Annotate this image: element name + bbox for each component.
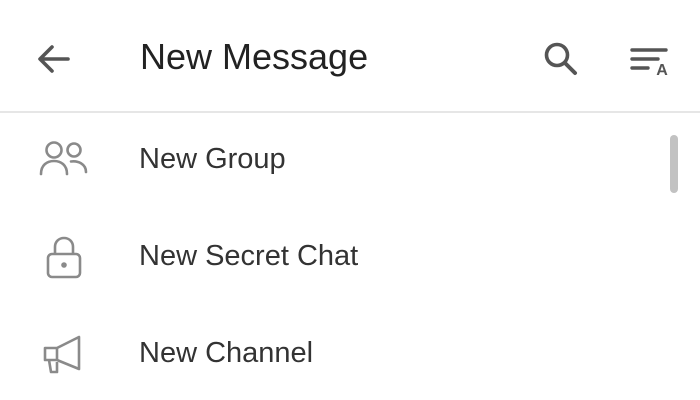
page-title: New Message	[140, 36, 369, 77]
sort-icon-letter: A	[656, 62, 668, 79]
back-button[interactable]	[22, 30, 86, 88]
menu-item-new-group[interactable]: New Group	[0, 112, 660, 208]
menu-item-label: New Channel	[139, 337, 314, 369]
search-icon	[544, 42, 577, 75]
menu-item-label: New Secret Chat	[139, 240, 359, 272]
new-message-screen: New Message A New Group New Secret Chat …	[0, 0, 700, 400]
scrollbar-thumb[interactable]	[670, 135, 678, 193]
sort-button[interactable]: A	[619, 30, 683, 88]
menu-item-label: New Group	[139, 143, 286, 175]
megaphone-icon	[43, 335, 81, 374]
group-icon	[39, 141, 88, 176]
menu-item-new-secret-chat[interactable]: New Secret Chat	[0, 209, 660, 305]
arrow-left-icon	[38, 45, 70, 73]
sort-by-name-icon: A	[630, 48, 668, 79]
menu-item-new-channel[interactable]: New Channel	[0, 306, 660, 400]
app-bar: New Message A	[0, 0, 700, 113]
lock-icon	[46, 236, 82, 279]
search-button[interactable]	[528, 30, 592, 88]
